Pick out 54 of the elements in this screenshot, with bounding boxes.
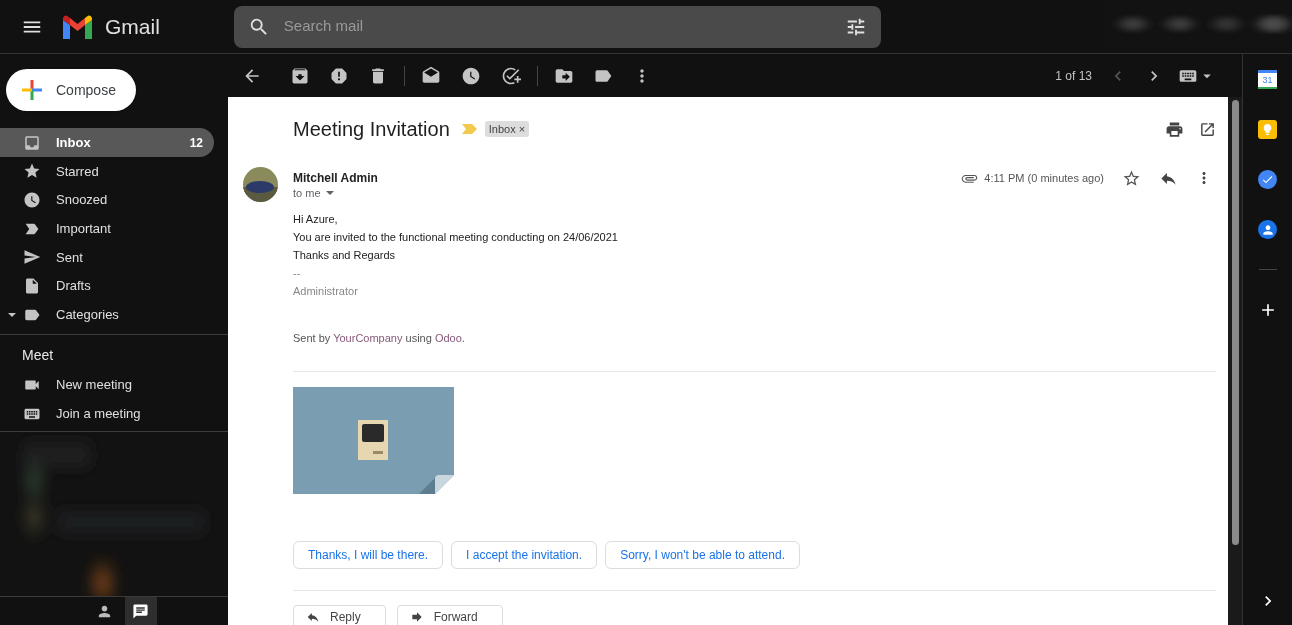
sender-name: Mitchell Admin [293,170,378,187]
gmail-logo-icon [61,14,94,39]
remove-label[interactable]: × [518,120,526,138]
email-subject: Meeting Invitation [293,117,450,142]
compose-button[interactable]: Compose [6,69,136,112]
chat-tab[interactable] [124,597,157,625]
smart-reply-button[interactable]: I accept the invitation. [451,540,598,569]
reply-button[interactable]: Reply [293,604,386,625]
sidebar-item[interactable]: Inbox 12 [0,128,214,158]
sidebar-item[interactable]: Join a meeting [0,399,228,429]
star-icon[interactable] [1122,168,1141,188]
sidebar-item[interactable]: Categories [0,300,214,330]
smart-reply-button[interactable]: Thanks, I will be there. [293,540,444,569]
body-text: You are invited to the functional meeting conducting on 24/06/2021 [293,230,619,245]
sidebar-item[interactable]: New meeting [0,370,228,400]
recipient-text: to me [293,186,321,201]
sidebar-item[interactable]: Starred [0,157,214,186]
pagination-text: 1 of 13 [1055,67,1092,85]
contacts-icon[interactable] [1258,220,1277,239]
caret-icon[interactable] [8,312,16,317]
open-in-new-icon[interactable] [1199,120,1216,138]
avatar-icon [243,167,278,202]
search-field[interactable]: Search mail [283,15,845,38]
keep-icon[interactable] [1258,120,1277,139]
clock-icon [23,191,41,210]
body-text: -- [293,266,302,281]
label-chip[interactable]: Inbox [488,120,516,138]
body-text: Administrator [293,284,359,299]
sidebar-item[interactable]: Snoozed [0,185,214,215]
plus-icon [22,80,42,101]
smart-reply-button[interactable]: Sorry, I won't be able to attend. [605,540,800,569]
chat-icon [132,602,149,620]
body-text: Hi Azure, [293,212,339,227]
scrollbar[interactable] [1231,100,1239,545]
sidebar-item[interactable]: Important [0,214,214,244]
print-icon[interactable] [1165,119,1184,139]
inbox-icon [23,133,41,152]
forward-button[interactable]: Forward [396,604,503,625]
tasks-icon[interactable] [1258,170,1277,189]
footer-text: Sent by YourCompany using Odoo. [293,331,466,346]
search-bar[interactable]: Search mail [233,5,881,48]
calendar-icon[interactable]: 31 [1258,70,1277,89]
caret-icon[interactable] [325,191,334,196]
link[interactable]: YourCompany [333,332,403,344]
file-icon [23,277,41,296]
app-name: Gmail [105,13,160,40]
email-time: 4:11 PM (0 minutes ago) [984,170,1104,186]
sidebar-item[interactable]: Sent [0,243,214,272]
body-text: Thanks and Regards [293,248,397,263]
section-title: Meet [22,346,55,366]
sidebar-item[interactable]: Drafts [0,271,214,301]
link[interactable]: Odoo [434,332,462,344]
unread-count: 12 [189,134,203,152]
star-icon [23,162,41,181]
